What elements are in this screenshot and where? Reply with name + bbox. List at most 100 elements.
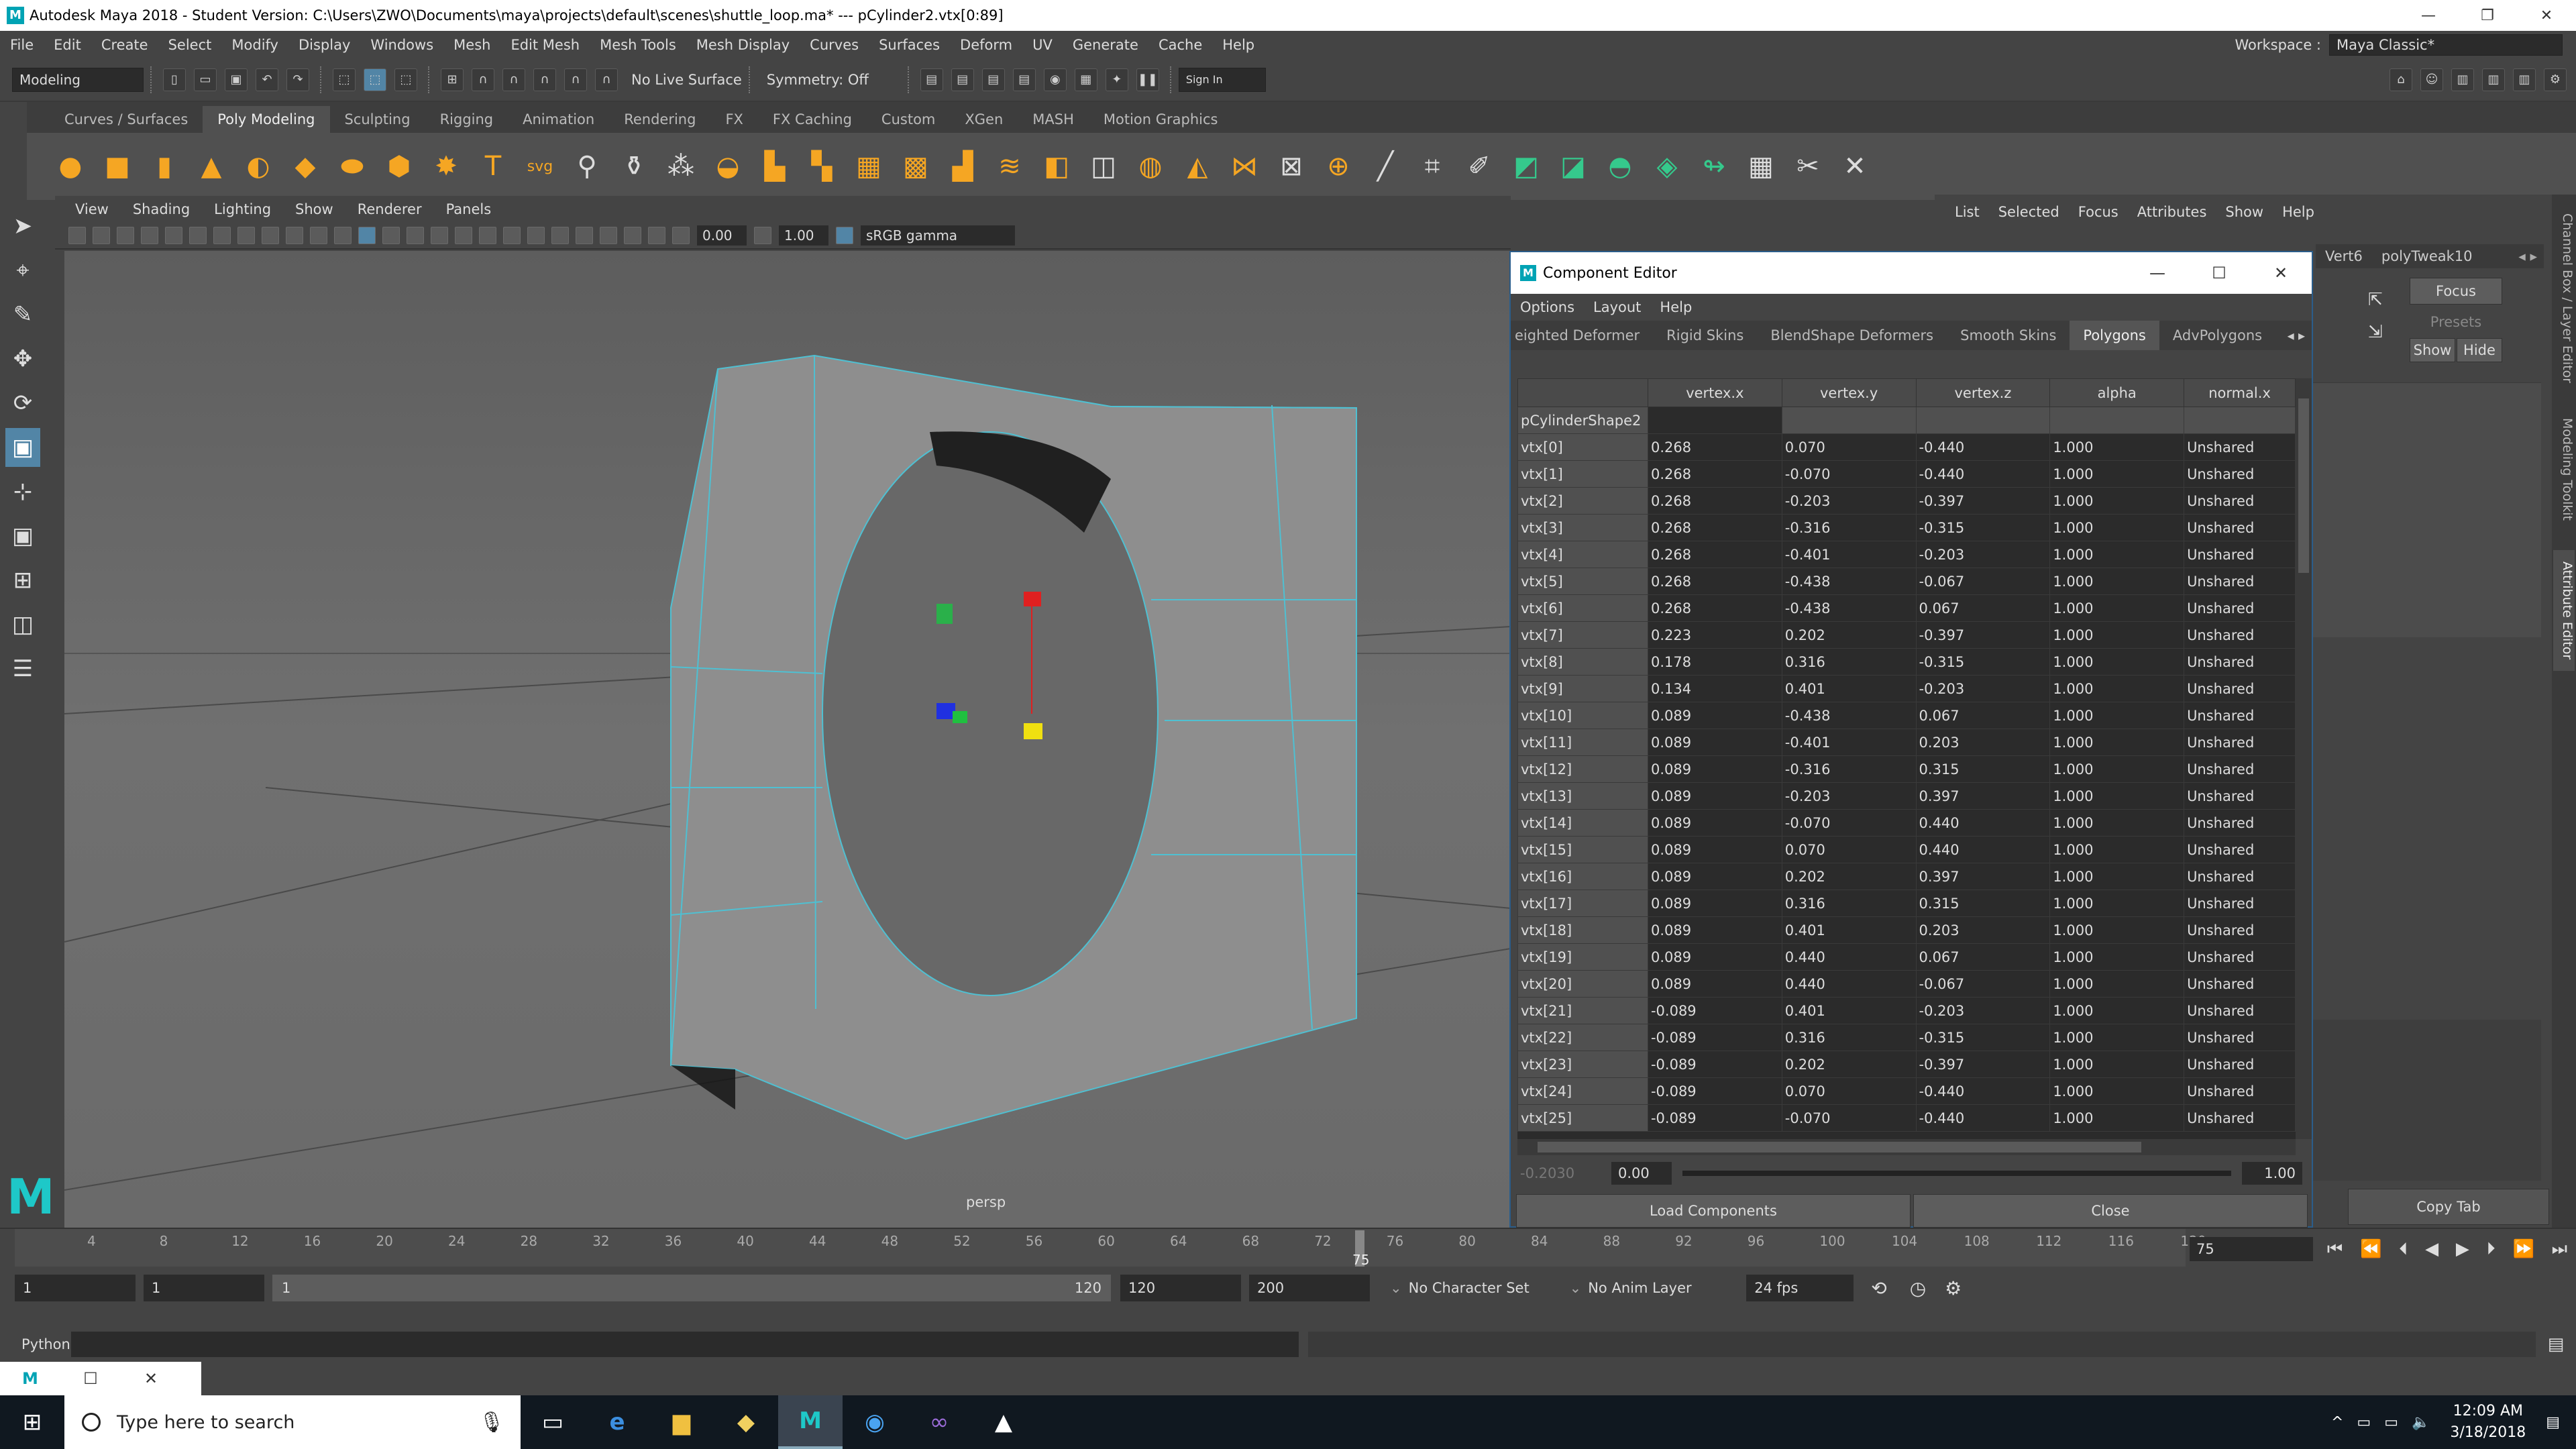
auto-key-icon[interactable]: ◷ <box>1910 1277 1926 1299</box>
display-icon[interactable]: ▭ <box>2384 1414 2398 1431</box>
menu-deform[interactable]: Deform <box>950 37 1022 53</box>
value-cell[interactable]: -0.070 <box>1781 809 1917 837</box>
isolate-select-icon[interactable] <box>576 227 593 244</box>
poly-cone-icon[interactable]: ▲ <box>193 146 230 186</box>
value-cell[interactable]: 0.070 <box>1781 1077 1917 1105</box>
value-cell[interactable]: -0.089 <box>1647 1077 1782 1105</box>
visual-studio-icon[interactable]: ∞ <box>907 1395 971 1449</box>
row-header[interactable]: vtx[14] <box>1517 809 1648 837</box>
value-cell[interactable]: 0.440 <box>1781 943 1917 971</box>
menu-generate[interactable]: Generate <box>1063 37 1148 53</box>
table-row[interactable]: vtx[16] 0.089 0.202 0.397 1.000 Unshared <box>1517 863 2296 890</box>
uv-editor-icon[interactable]: ▦ <box>1742 146 1780 186</box>
value-cell[interactable]: -0.070 <box>1781 460 1917 488</box>
value-cell[interactable]: Unshared <box>2184 487 2296 515</box>
poly-sphere-icon[interactable]: ● <box>52 146 89 186</box>
column-header[interactable]: alpha <box>2049 378 2185 407</box>
resolution-gate-icon[interactable] <box>237 227 255 244</box>
menu-mesh-tools[interactable]: Mesh Tools <box>590 37 686 53</box>
cylindrical-uv-icon[interactable]: ◪ <box>1554 146 1592 186</box>
anim-layer-icon[interactable]: ⌄ <box>1570 1280 1582 1296</box>
step-back-key-icon[interactable]: ⏪ <box>2360 1239 2381 1259</box>
value-cell[interactable]: -0.203 <box>1915 541 2051 568</box>
script-editor-icon[interactable]: ▤ <box>2536 1334 2576 1354</box>
row-header[interactable]: vtx[7] <box>1517 621 1648 649</box>
tab-scroll-arrows[interactable]: ◂ ▸ <box>2281 327 2312 343</box>
bridge-icon[interactable]: ▚ <box>803 146 841 186</box>
value-cell[interactable]: -0.397 <box>1915 1051 2051 1078</box>
table-row[interactable]: vtx[25] -0.089 -0.070 -0.440 1.000 Unshared <box>1517 1104 2296 1132</box>
menu-create[interactable]: Create <box>91 37 158 53</box>
value-cell[interactable]: 1.000 <box>2049 809 2185 837</box>
ce-tab-advpolygons[interactable]: AdvPolygons <box>2159 321 2275 350</box>
value-cell[interactable]: 0.440 <box>1781 970 1917 998</box>
table-row[interactable]: vtx[13] 0.089 -0.203 0.397 1.000 Unshared <box>1517 782 2296 810</box>
manipulator-icon[interactable]: ⊹ <box>5 472 40 511</box>
row-header[interactable]: vtx[24] <box>1517 1077 1648 1105</box>
value-cell[interactable]: Unshared <box>2184 433 2296 461</box>
shelf-tab-custom[interactable]: Custom <box>867 106 950 133</box>
value-cell[interactable]: 0.089 <box>1647 702 1782 729</box>
fill-hole-icon[interactable]: ▟ <box>944 146 981 186</box>
menu-surfaces[interactable]: Surfaces <box>869 37 950 53</box>
row-header[interactable]: vtx[15] <box>1517 836 1648 863</box>
wireframe-icon[interactable] <box>334 227 352 244</box>
vertical-scrollbar[interactable] <box>2296 378 2312 1139</box>
value-cell[interactable]: 1.000 <box>2049 702 2185 729</box>
select-component-icon[interactable]: ⬚ <box>394 68 417 91</box>
copy-tab-button[interactable]: Copy Tab <box>2348 1189 2549 1225</box>
super-shape-icon[interactable]: ✸ <box>427 146 465 186</box>
table-row[interactable]: vtx[12] 0.089 -0.316 0.315 1.000 Unshared <box>1517 755 2296 783</box>
row-header[interactable]: vtx[25] <box>1517 1104 1648 1132</box>
unfold-uv-icon[interactable]: ↬ <box>1695 146 1733 186</box>
poke-icon[interactable]: ⋈ <box>1226 146 1263 186</box>
value-cell[interactable]: 1.000 <box>2049 943 2185 971</box>
menu-display[interactable]: Display <box>288 37 360 53</box>
poly-disc-icon[interactable]: ⬬ <box>333 146 371 186</box>
value-cell[interactable]: 0.089 <box>1647 890 1782 917</box>
slider-max-field[interactable]: 1.00 <box>2242 1162 2302 1185</box>
sign-in-dropdown[interactable]: Sign In <box>1178 68 1266 92</box>
open-scene-icon[interactable]: ▭ <box>194 68 217 91</box>
load-components-button[interactable]: Load Components <box>1516 1194 1911 1228</box>
value-cell[interactable]: -0.397 <box>1915 487 2051 515</box>
value-cell[interactable]: 0.268 <box>1647 433 1782 461</box>
value-cell[interactable]: 1.000 <box>2049 970 2185 998</box>
rotate-tool-icon[interactable]: ⟳ <box>5 384 40 423</box>
edge-browser-icon[interactable]: e <box>585 1395 649 1449</box>
automatic-uv-icon[interactable]: ◈ <box>1648 146 1686 186</box>
menu-mesh-display[interactable]: Mesh Display <box>686 37 800 53</box>
side-tab-attribute-editor[interactable]: Attribute Editor <box>2553 550 2575 671</box>
column-header[interactable]: vertex.x <box>1647 378 1782 407</box>
column-header[interactable]: vertex.y <box>1781 378 1917 407</box>
maya-taskbar-icon[interactable]: M <box>778 1395 843 1449</box>
presets-button[interactable]: Presets <box>2410 310 2502 334</box>
edge-loop-icon[interactable]: ⌗ <box>1413 146 1451 186</box>
hide-button[interactable]: Hide <box>2457 338 2502 362</box>
value-cell[interactable]: -0.089 <box>1647 1051 1782 1078</box>
value-cell[interactable]: 0.223 <box>1647 621 1782 649</box>
gamma-icon[interactable] <box>754 227 771 244</box>
snap-point-icon[interactable]: ∩ <box>502 68 525 91</box>
field-chart-icon[interactable] <box>286 227 303 244</box>
row-header[interactable]: vtx[4] <box>1517 541 1648 568</box>
value-cell[interactable]: -0.203 <box>1915 675 2051 702</box>
cb-menu-selected[interactable]: Selected <box>1989 204 2069 220</box>
table-row[interactable]: vtx[17] 0.089 0.316 0.315 1.000 Unshared <box>1517 890 2296 917</box>
poly-cylinder-icon[interactable]: ▮ <box>146 146 183 186</box>
value-cell[interactable]: Unshared <box>2184 648 2296 676</box>
viewport-menu-lighting[interactable]: Lighting <box>202 201 283 217</box>
value-cell[interactable]: 0.316 <box>1781 890 1917 917</box>
default-material-icon[interactable] <box>382 227 400 244</box>
menu-windows[interactable]: Windows <box>360 37 443 53</box>
value-cell[interactable]: 1.000 <box>2049 863 2185 890</box>
tool-settings-icon[interactable]: ▥ <box>2482 68 2505 91</box>
motion-blur-icon[interactable] <box>527 227 545 244</box>
menu-cache[interactable]: Cache <box>1148 37 1212 53</box>
extrude-icon[interactable]: ▙ <box>756 146 794 186</box>
shelf-tab-fx[interactable]: FX <box>710 106 757 133</box>
select-tool-icon[interactable]: ➤ <box>5 207 40 246</box>
table-row[interactable]: vtx[9] 0.134 0.401 -0.203 1.000 Unshared <box>1517 675 2296 702</box>
menu-modify[interactable]: Modify <box>221 37 288 53</box>
shelf-tab-fx-caching[interactable]: FX Caching <box>758 106 867 133</box>
